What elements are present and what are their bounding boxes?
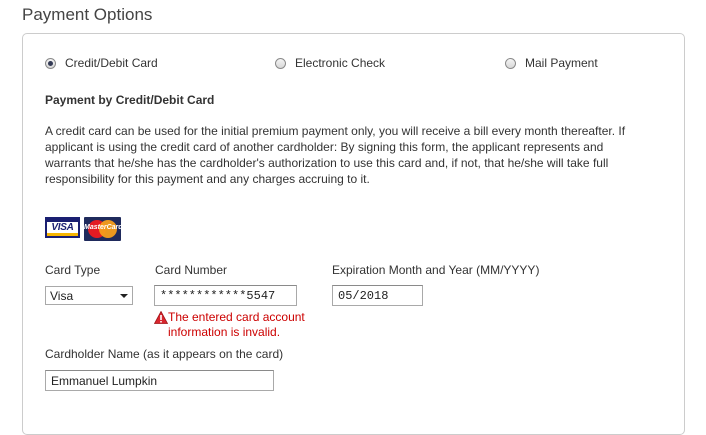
accepted-cards: VISA MasterCard — [45, 217, 121, 241]
radio-label-credit-debit-card[interactable]: Credit/Debit Card — [65, 56, 158, 70]
radio-checked-icon[interactable] — [45, 57, 56, 69]
visa-logo-text: VISA — [51, 222, 74, 233]
card-type-value: Visa — [50, 289, 74, 303]
radio-unchecked-icon[interactable] — [505, 57, 516, 69]
expiration-input[interactable]: 05/2018 — [332, 285, 423, 306]
card-type-label: Card Type — [45, 263, 101, 277]
card-number-input[interactable]: ************5547 — [154, 285, 297, 306]
mastercard-logo-text: MasterCard — [84, 224, 121, 231]
payment-options-panel: Credit/Debit Card Electronic Check Mail … — [22, 33, 685, 435]
card-type-select[interactable]: Visa — [45, 286, 133, 305]
section-title: Payment Options — [22, 5, 153, 24]
cardholder-name-input[interactable]: Emmanuel Lumpkin — [45, 370, 274, 391]
credit-card-disclaimer: A credit card can be used for the initia… — [45, 124, 626, 186]
radio-label-electronic-check[interactable]: Electronic Check — [295, 56, 385, 70]
radio-credit-debit-card[interactable]: Credit/Debit Card — [45, 56, 158, 70]
visa-logo-icon: VISA — [45, 217, 80, 238]
card-number-label: Card Number — [155, 263, 228, 277]
radio-unchecked-icon[interactable] — [275, 57, 286, 69]
radio-label-mail-payment[interactable]: Mail Payment — [525, 56, 598, 70]
warning-icon — [154, 311, 168, 324]
cardholder-name-label: Cardholder Name (as it appears on the ca… — [45, 347, 284, 361]
card-number-error-text: The entered card account information is … — [168, 310, 305, 339]
radio-mail-payment[interactable]: Mail Payment — [505, 56, 598, 70]
mastercard-logo-icon: MasterCard — [84, 217, 121, 241]
radio-electronic-check[interactable]: Electronic Check — [275, 56, 385, 70]
payment-method-heading: Payment by Credit/Debit Card — [45, 93, 215, 107]
expiration-label: Expiration Month and Year (MM/YYYY) — [332, 263, 540, 277]
chevron-down-icon[interactable] — [120, 294, 128, 298]
payment-method-group: Credit/Debit Card Electronic Check Mail … — [23, 56, 684, 74]
